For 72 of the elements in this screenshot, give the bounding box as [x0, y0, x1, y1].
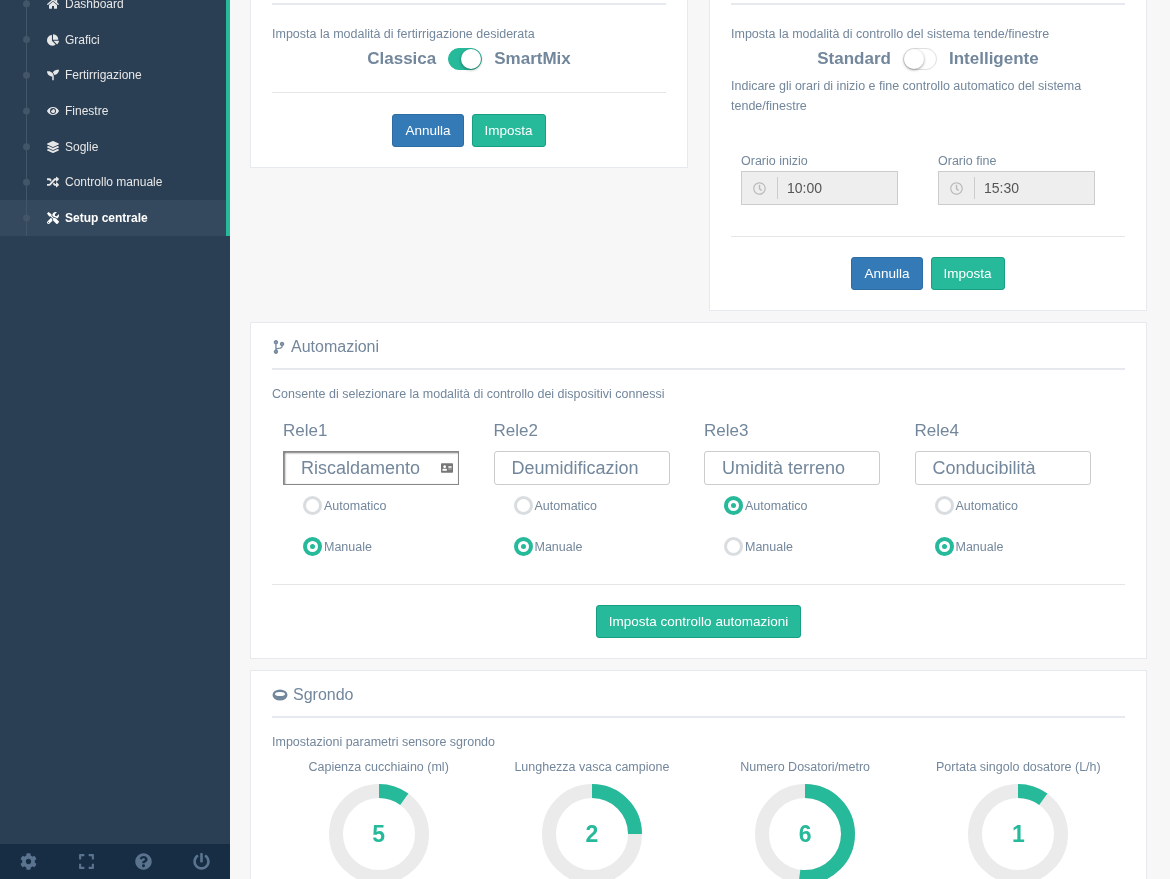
mode-label: Standard [817, 49, 891, 69]
gauge-label: Portata singolo dosatore (L/h) [936, 760, 1101, 774]
card-title: Sgrondo [293, 686, 354, 704]
card-title: Automazioni [291, 338, 380, 356]
sidebar-item[interactable]: Grafici [0, 21, 226, 58]
sidebar-item[interactable]: Fertirrigazione [0, 57, 226, 94]
help-icon[interactable] [135, 853, 153, 870]
relay-name: Rele3 [704, 421, 749, 441]
power-icon[interactable] [192, 853, 210, 870]
time-hint: Indicare gli orari di inizio e fine controllo automatico del sistema tende/finestre [731, 78, 1083, 115]
contact-card-icon [441, 462, 453, 474]
card-description: Impostazioni parametri sensore sgrondo [272, 734, 497, 751]
sprout-icon [47, 69, 59, 82]
sidebar-item[interactable]: Dashboard [0, 0, 226, 22]
time-label: Orario fine [938, 154, 998, 168]
set-button[interactable]: Imposta [930, 257, 1005, 290]
relay-field[interactable]: Riscaldamento [283, 451, 459, 485]
gauge-value: 1 [1012, 820, 1025, 848]
radio-option[interactable]: Automatico [303, 485, 494, 526]
card-description: Consente di selezionare la modalità di controllo dei dispositivi connessi [272, 386, 666, 403]
settings-icon[interactable] [20, 853, 38, 870]
disc-icon [272, 689, 288, 701]
gauge-value: 5 [372, 820, 385, 848]
sidebar-item[interactable]: Controllo manuale [0, 164, 226, 201]
time-field[interactable]: 15:30 [938, 171, 1095, 205]
pie-chart-icon [47, 33, 59, 46]
radio-option[interactable]: Automatico [934, 485, 1125, 526]
gauge-label: Capienza cucchiaino (ml) [308, 760, 449, 774]
radio-option[interactable]: Automatico [724, 485, 915, 526]
toggle-switch[interactable] [448, 48, 483, 70]
sidebar-item[interactable]: Finestre [0, 93, 226, 129]
radio-option[interactable]: Manuale [513, 526, 704, 567]
mode-label: SmartMix [494, 49, 571, 69]
card-description: Imposta la modalità di fertirrigazione desiderata [272, 26, 536, 43]
time-label: Orario inizio [741, 154, 809, 168]
eye-icon [47, 104, 59, 117]
radio-option[interactable]: Automatico [513, 485, 704, 526]
sidebar-item[interactable]: Soglie [0, 128, 226, 165]
relay-name: Rele4 [914, 421, 959, 441]
radio-button[interactable] [513, 537, 533, 556]
set-button[interactable]: Imposta controllo automazioni [595, 605, 802, 638]
clock-icon [950, 181, 963, 195]
branch-icon [272, 340, 286, 354]
tools-icon [47, 211, 59, 224]
radio-button[interactable] [934, 537, 954, 556]
card-description: Imposta la modalità di controllo del sistema tende/finestre [731, 26, 1051, 43]
gauge-value: 2 [585, 820, 599, 848]
layers-icon [47, 140, 59, 153]
radio-option[interactable]: Manuale [934, 526, 1125, 567]
relay-field[interactable]: Conducibilità [914, 451, 1091, 485]
relay-field[interactable]: Umidità terreno [704, 451, 880, 485]
mode-label: Classica [367, 49, 437, 69]
radio-button[interactable] [303, 537, 322, 556]
radio-option[interactable]: Manuale [303, 526, 494, 567]
set-button[interactable]: Imposta [471, 114, 546, 147]
gauge-label: Lunghezza vasca campione [514, 760, 670, 774]
fullscreen-icon[interactable] [77, 853, 95, 870]
gauge-value: 6 [798, 820, 812, 848]
sidebar-item[interactable]: Setup centrale [0, 200, 226, 236]
cancel-button[interactable]: Annulla [392, 114, 464, 147]
relay-name: Rele2 [493, 421, 538, 441]
time-field[interactable]: 10:00 [741, 171, 898, 205]
mode-label: Intelligente [948, 49, 1039, 69]
house-icon [47, 0, 59, 10]
cancel-button[interactable]: Annulla [851, 257, 923, 290]
clock-icon [753, 181, 766, 195]
gauge-label: Numero Dosatori/metro [740, 760, 871, 774]
radio-button[interactable] [724, 496, 743, 515]
relay-field[interactable]: Deumidificazion [493, 451, 670, 485]
relay-name: Rele1 [283, 421, 328, 441]
shuffle-icon [47, 176, 59, 189]
radio-option[interactable]: Manuale [724, 526, 915, 567]
